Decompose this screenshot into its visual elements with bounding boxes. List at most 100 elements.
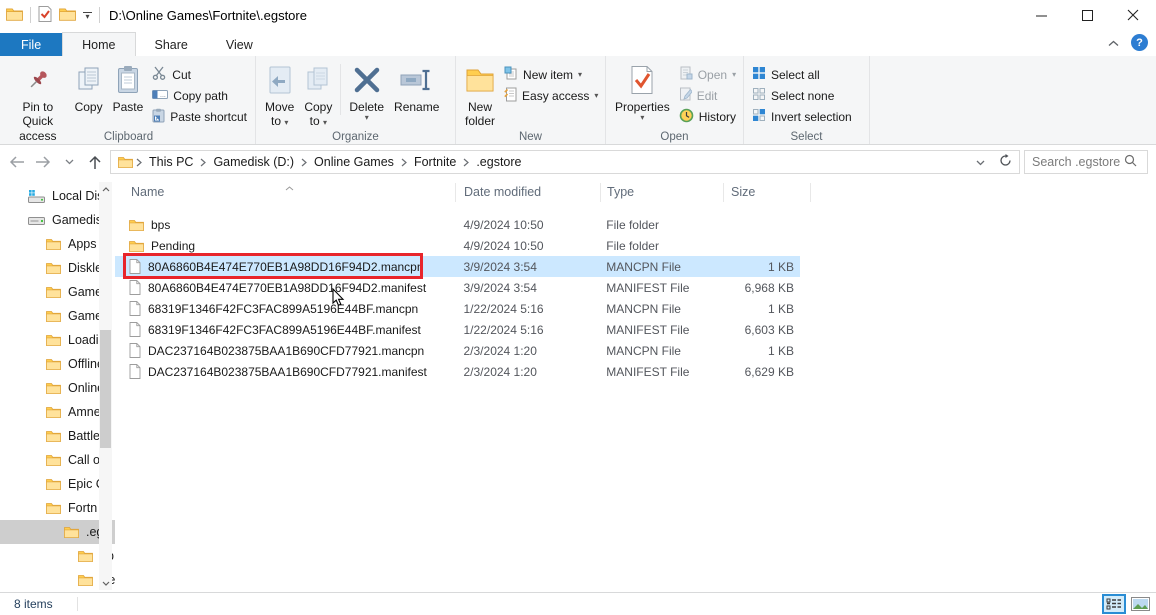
scrollbar-thumb[interactable] — [100, 330, 111, 448]
breadcrumb-item-gamedisk-d[interactable]: Gamedisk (D:) — [206, 155, 301, 169]
new-item-button[interactable]: New item ▾ — [500, 64, 602, 85]
ribbon-group-select: Select all Select none Invert selection … — [744, 56, 870, 144]
new-folder-button[interactable]: New folder — [460, 60, 500, 131]
copy-to-icon — [305, 62, 331, 98]
file-size: 1 KB — [730, 344, 800, 358]
details-view-button[interactable] — [1102, 594, 1126, 614]
file-row-80a6860b4e474e770eb1a98dd16f94d2-mancpn[interactable]: 80A6860B4E474E770EB1A98DD16F94D2.mancpn3… — [115, 256, 800, 277]
back-button[interactable] — [4, 150, 30, 174]
paste-button[interactable]: Paste — [108, 60, 149, 116]
collapse-ribbon-icon[interactable] — [1108, 36, 1119, 50]
sidebar-item-call-o[interactable]: Call o — [0, 448, 115, 472]
file-row-68319f1346f42fc3fac899a5196e44bf-mancpn[interactable]: 68319F1346F42FC3FAC899A5196E44BF.mancpn1… — [115, 298, 800, 319]
file-date-modified: 1/22/2024 5:16 — [464, 323, 607, 337]
column-header-name[interactable]: Name — [131, 185, 164, 199]
file-row-68319f1346f42fc3fac899a5196e44bf-manifest[interactable]: 68319F1346F42FC3FAC899A5196E44BF.manifes… — [115, 319, 800, 340]
file-name: 80A6860B4E474E770EB1A98DD16F94D2.mancpn — [148, 260, 424, 274]
copy-path-button[interactable]: ... Copy path — [148, 85, 251, 106]
file-row-pending[interactable]: Pending4/9/2024 10:50File folder — [115, 235, 800, 256]
breadcrumb-item-this-pc[interactable]: This PC — [142, 155, 200, 169]
invert-selection-label: Invert selection — [771, 110, 852, 124]
paste-shortcut-button[interactable]: Paste shortcut — [148, 106, 251, 127]
address-dropdown-icon[interactable] — [969, 155, 992, 169]
breadcrumb-item-online-games[interactable]: Online Games — [307, 155, 401, 169]
sidebar-item-apps[interactable]: Apps — [0, 232, 115, 256]
sidebar-item-local-dis[interactable]: Local Dis — [0, 184, 115, 208]
copy-button[interactable]: Copy — [70, 60, 108, 116]
scroll-down-icon[interactable] — [99, 576, 112, 590]
breadcrumb-item-fortnite[interactable]: Fortnite — [407, 155, 463, 169]
folder-icon[interactable] — [6, 7, 23, 24]
recent-locations-dropdown[interactable] — [56, 150, 82, 174]
sidebar-item-battle[interactable]: Battle — [0, 424, 115, 448]
select-none-button[interactable]: Select none — [748, 85, 856, 106]
sidebar-item-online[interactable]: Online — [0, 376, 115, 400]
sidebar-item-epic-c[interactable]: Epic C — [0, 472, 115, 496]
folder-icon — [78, 574, 93, 586]
tab-share[interactable]: Share — [136, 33, 207, 56]
search-icon[interactable] — [1124, 154, 1137, 170]
column-header-date-modified[interactable]: Date modified — [464, 185, 541, 199]
pin-label: Pin to Quick — [11, 100, 65, 129]
window-controls — [1018, 0, 1156, 30]
customize-toolbar-dropdown-icon[interactable]: ▾ — [83, 12, 92, 19]
select-all-button[interactable]: Select all — [748, 64, 856, 85]
refresh-icon[interactable] — [992, 154, 1019, 170]
sort-ascending-icon — [285, 180, 294, 194]
open-button[interactable]: Open ▾ — [675, 64, 740, 85]
tab-home[interactable]: Home — [62, 32, 135, 56]
move-to-button[interactable]: Move to ▾ — [260, 60, 299, 131]
folder-icon — [64, 526, 79, 538]
search-box[interactable] — [1024, 150, 1148, 174]
minimize-button[interactable] — [1018, 0, 1064, 30]
scroll-up-icon[interactable] — [99, 182, 112, 196]
sidebar-item-gamef[interactable]: GameF — [0, 304, 115, 328]
invert-selection-button[interactable]: Invert selection — [748, 106, 856, 127]
sidebar-item-fortn[interactable]: Fortn — [0, 496, 115, 520]
tab-view[interactable]: View — [207, 33, 272, 56]
folder-icon — [78, 550, 93, 562]
up-button[interactable] — [82, 150, 108, 174]
sidebar-item-gamedis[interactable]: Gamedis — [0, 208, 115, 232]
tab-file[interactable]: File — [0, 33, 62, 56]
folder-icon[interactable] — [59, 7, 76, 24]
column-header-type[interactable]: Type — [607, 185, 634, 199]
address-bar[interactable]: This PC Gamedisk (D:) Online Games Fortnite… — [110, 150, 1020, 174]
sidebar-scrollbar[interactable] — [99, 182, 112, 590]
copy-to-button[interactable]: Copy to ▾ — [299, 60, 337, 131]
separator — [30, 7, 31, 23]
rename-button[interactable]: Rename — [389, 60, 444, 116]
delete-button[interactable]: Delete ▾ — [344, 60, 389, 124]
properties-check-icon[interactable] — [38, 6, 52, 25]
cut-button[interactable]: Cut — [148, 64, 251, 85]
file-row-80a6860b4e474e770eb1a98dd16f94d2-manifest[interactable]: 80A6860B4E474E770EB1A98DD16F94D2.manifes… — [115, 277, 800, 298]
file-row-dac237164b023875baa1b690cfd77921-mancpn[interactable]: DAC237164B023875BAA1B690CFD77921.mancpn2… — [115, 340, 800, 361]
sidebar-item-egs[interactable]: .egs — [0, 520, 115, 544]
easy-access-button[interactable]: Easy access ▾ — [500, 85, 602, 106]
close-button[interactable] — [1110, 0, 1156, 30]
move-to-icon — [267, 62, 293, 98]
sidebar-item-loadin[interactable]: Loadin — [0, 328, 115, 352]
file-icon — [129, 343, 141, 358]
edit-button[interactable]: Edit — [675, 85, 740, 106]
sidebar-item-pe[interactable]: Pe — [0, 568, 115, 592]
history-button[interactable]: History — [675, 106, 740, 127]
sidebar-item-bp[interactable]: bp — [0, 544, 115, 568]
rename-icon — [400, 62, 434, 98]
maximize-button[interactable] — [1064, 0, 1110, 30]
forward-button[interactable] — [30, 150, 56, 174]
sidebar-item-gamec[interactable]: GameC — [0, 280, 115, 304]
properties-button[interactable]: Properties ▾ — [610, 60, 675, 124]
breadcrumb-item-egstore[interactable]: .egstore — [469, 155, 528, 169]
file-row-dac237164b023875baa1b690cfd77921-manifest[interactable]: DAC237164B023875BAA1B690CFD77921.manifes… — [115, 361, 800, 382]
separator — [77, 597, 78, 611]
search-input[interactable] — [1032, 155, 1120, 169]
sidebar-item-diskles[interactable]: Diskles — [0, 256, 115, 280]
column-header-size[interactable]: Size — [731, 185, 755, 199]
sidebar-item-offline[interactable]: Offline — [0, 352, 115, 376]
file-row-bps[interactable]: bps4/9/2024 10:50File folder — [115, 214, 800, 235]
folder-icon — [46, 238, 61, 250]
thumbnail-view-button[interactable] — [1131, 597, 1150, 611]
help-icon[interactable]: ? — [1131, 34, 1148, 51]
sidebar-item-amne[interactable]: Amne — [0, 400, 115, 424]
